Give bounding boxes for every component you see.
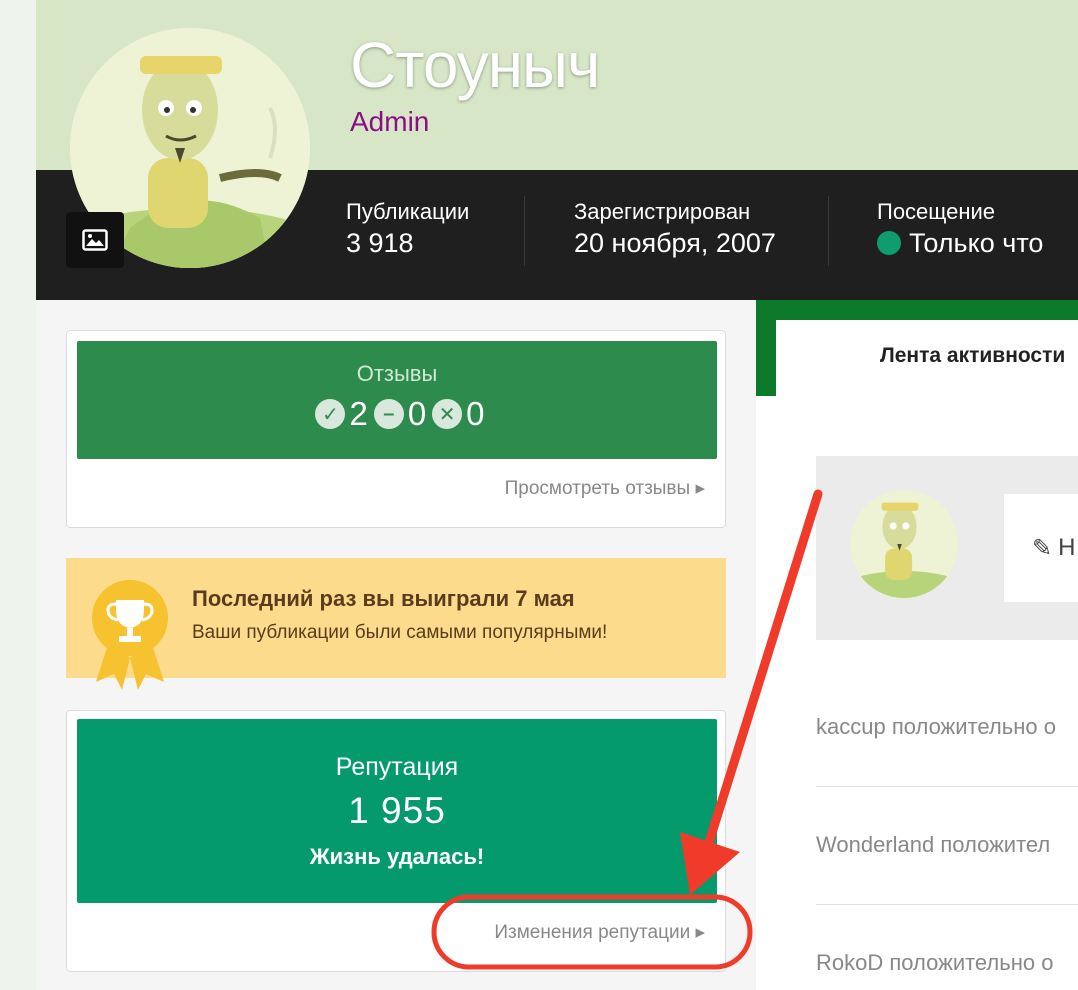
annotation-arrow: [701, 489, 823, 857]
annotation-overlay: [431, 489, 823, 970]
annotation-highlight: [431, 894, 753, 970]
